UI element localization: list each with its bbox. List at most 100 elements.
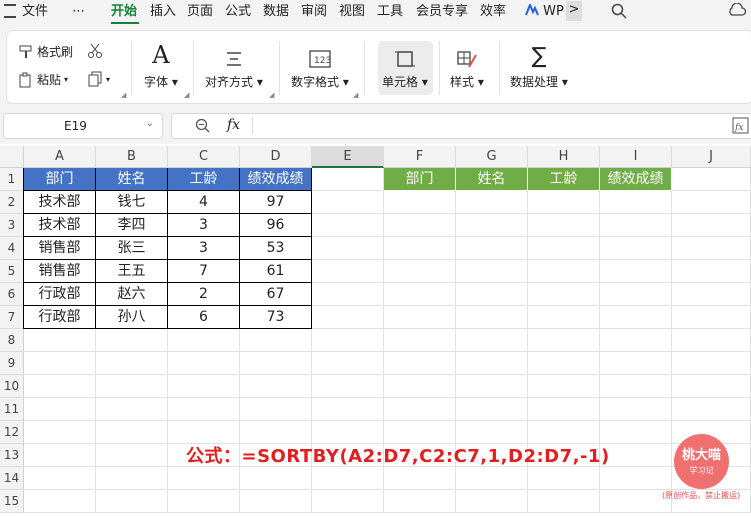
tab-data[interactable]: 数据 xyxy=(263,3,289,21)
cell-e9[interactable] xyxy=(312,352,384,375)
column-header-g[interactable]: G xyxy=(456,146,528,168)
more-menu[interactable]: ⋯ xyxy=(72,3,85,21)
cell-c2[interactable]: 4 xyxy=(168,191,240,214)
expand-formula-icon[interactable]: fx xyxy=(732,117,749,134)
cell-a8[interactable] xyxy=(24,329,96,352)
row-header-6[interactable]: 6 xyxy=(0,283,24,306)
cell-e3[interactable] xyxy=(312,214,384,237)
align-launcher-icon[interactable]: ◢ xyxy=(269,91,274,99)
cell-a5[interactable]: 销售部 xyxy=(24,260,96,283)
cell-e6[interactable] xyxy=(312,283,384,306)
cell-j10[interactable] xyxy=(672,375,751,398)
cut-button[interactable] xyxy=(87,43,103,59)
cell-h4[interactable] xyxy=(528,237,600,260)
tab-formula[interactable]: 公式 xyxy=(225,3,251,21)
cell-a6[interactable]: 行政部 xyxy=(24,283,96,306)
file-menu[interactable]: 文件 xyxy=(4,3,48,21)
cell-h5[interactable] xyxy=(528,260,600,283)
cell-h2[interactable] xyxy=(528,191,600,214)
cell-b2[interactable]: 钱七 xyxy=(96,191,168,214)
cell-h11[interactable] xyxy=(528,398,600,421)
tab-home[interactable]: 开始 xyxy=(111,3,137,21)
cell-i8[interactable] xyxy=(600,329,672,352)
column-header-b[interactable]: B xyxy=(96,146,168,168)
cell-h3[interactable] xyxy=(528,214,600,237)
number-format-button[interactable]: 123 数字格式 ▾ xyxy=(291,39,349,90)
cell-j5[interactable] xyxy=(672,260,751,283)
cell-f3[interactable] xyxy=(384,214,456,237)
column-header-d[interactable]: D xyxy=(240,146,312,168)
cell-j2[interactable] xyxy=(672,191,751,214)
cell-c1[interactable]: 工龄 xyxy=(168,168,240,191)
cell-g1[interactable]: 姓名 xyxy=(456,168,528,191)
cell-c5[interactable]: 7 xyxy=(168,260,240,283)
cell-c11[interactable] xyxy=(168,398,240,421)
zoom-icon[interactable] xyxy=(195,118,210,133)
copy-button[interactable]: ▾ xyxy=(87,71,110,87)
ribbon-scroll-right[interactable]: > xyxy=(566,1,582,21)
tab-review[interactable]: 审阅 xyxy=(301,3,327,21)
cell-i6[interactable] xyxy=(600,283,672,306)
row-header-5[interactable]: 5 xyxy=(0,260,24,283)
cell-d3[interactable]: 96 xyxy=(240,214,312,237)
cell-c6[interactable]: 2 xyxy=(168,283,240,306)
font-launcher-icon[interactable]: ◢ xyxy=(184,91,189,99)
cell-i12[interactable] xyxy=(600,421,672,444)
cell-g8[interactable] xyxy=(456,329,528,352)
row-header-15[interactable]: 15 xyxy=(0,490,24,513)
tab-page[interactable]: 页面 xyxy=(187,3,213,21)
cell-j9[interactable] xyxy=(672,352,751,375)
cell-d5[interactable]: 61 xyxy=(240,260,312,283)
row-header-11[interactable]: 11 xyxy=(0,398,24,421)
cell-j7[interactable] xyxy=(672,306,751,329)
cell-g10[interactable] xyxy=(456,375,528,398)
cell-g11[interactable] xyxy=(456,398,528,421)
cell-i4[interactable] xyxy=(600,237,672,260)
cell-h9[interactable] xyxy=(528,352,600,375)
row-header-12[interactable]: 12 xyxy=(0,421,24,444)
cell-b6[interactable]: 赵六 xyxy=(96,283,168,306)
cell-f4[interactable] xyxy=(384,237,456,260)
cell-c4[interactable]: 3 xyxy=(168,237,240,260)
cell-e2[interactable] xyxy=(312,191,384,214)
cell-b3[interactable]: 李四 xyxy=(96,214,168,237)
cell-a1[interactable]: 部门 xyxy=(24,168,96,191)
cell-i14[interactable] xyxy=(600,467,672,490)
cell-e15[interactable] xyxy=(312,490,384,513)
cell-h12[interactable] xyxy=(528,421,600,444)
row-header-14[interactable]: 14 xyxy=(0,467,24,490)
row-header-13[interactable]: 13 xyxy=(0,444,24,467)
cell-a3[interactable]: 技术部 xyxy=(24,214,96,237)
column-header-f[interactable]: F xyxy=(384,146,456,168)
cell-f10[interactable] xyxy=(384,375,456,398)
cell-f6[interactable] xyxy=(384,283,456,306)
cell-g6[interactable] xyxy=(456,283,528,306)
cell-f15[interactable] xyxy=(384,490,456,513)
cell-f5[interactable] xyxy=(384,260,456,283)
cell-a15[interactable] xyxy=(24,490,96,513)
cell-i7[interactable] xyxy=(600,306,672,329)
cell-g15[interactable] xyxy=(456,490,528,513)
cell-c3[interactable]: 3 xyxy=(168,214,240,237)
row-header-8[interactable]: 8 xyxy=(0,329,24,352)
cloud-sync-icon[interactable] xyxy=(728,2,747,23)
cell-d2[interactable]: 97 xyxy=(240,191,312,214)
cell-c15[interactable] xyxy=(168,490,240,513)
fx-icon[interactable]: fx xyxy=(227,117,240,133)
cell-a10[interactable] xyxy=(24,375,96,398)
cell-g2[interactable] xyxy=(456,191,528,214)
cell-f14[interactable] xyxy=(384,467,456,490)
cell-b14[interactable] xyxy=(96,467,168,490)
cell-d12[interactable] xyxy=(240,421,312,444)
tab-member[interactable]: 会员专享 xyxy=(416,3,468,21)
cell-i9[interactable] xyxy=(600,352,672,375)
cell-d15[interactable] xyxy=(240,490,312,513)
cell-a9[interactable] xyxy=(24,352,96,375)
format-painter-button[interactable]: 格式刷 xyxy=(18,43,73,60)
cell-i5[interactable] xyxy=(600,260,672,283)
cell-g4[interactable] xyxy=(456,237,528,260)
cell-j1[interactable] xyxy=(672,168,751,191)
cell-b7[interactable]: 孙八 xyxy=(96,306,168,329)
cell-e1[interactable] xyxy=(312,168,384,191)
cell-e7[interactable] xyxy=(312,306,384,329)
